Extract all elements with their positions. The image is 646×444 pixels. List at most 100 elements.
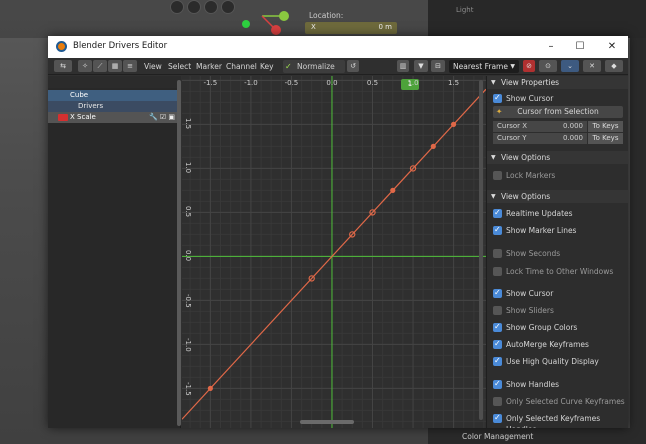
properties-panel bbox=[428, 428, 646, 444]
view-option-checkbox[interactable]: Lock Time to Other Windows bbox=[493, 266, 625, 277]
channel-search-bar[interactable] bbox=[48, 76, 181, 88]
view-option-checkbox[interactable]: Show Marker Lines bbox=[493, 225, 625, 236]
view-option-label: AutoMerge Keyframes bbox=[506, 340, 589, 349]
funnel-icon[interactable]: ▼ bbox=[414, 60, 428, 72]
cursor-x-field[interactable]: Cursor X 0.000 bbox=[493, 121, 587, 132]
refresh-icon[interactable]: ↺ bbox=[347, 60, 359, 72]
menu-select[interactable]: Select bbox=[168, 62, 191, 71]
pivot-icon[interactable]: ⊙ bbox=[539, 60, 557, 72]
menu-marker[interactable]: Marker bbox=[196, 62, 222, 71]
checkbox-icon bbox=[493, 413, 502, 423]
channel-fcurve-row[interactable]: X Scale 🔧 ☑ ▣ bbox=[48, 112, 181, 123]
location-panel: Location: X 0 m bbox=[305, 8, 415, 38]
view-options-panel-header[interactable]: ▼ View Options bbox=[487, 151, 628, 164]
view-option-label: Show Handles bbox=[506, 380, 559, 389]
outliner-panel: Light bbox=[428, 0, 646, 38]
normalize-label: Normalize bbox=[297, 62, 335, 71]
channel-group-row[interactable]: Drivers bbox=[48, 101, 181, 112]
view-properties-panel-header[interactable]: ▼ View Properties bbox=[487, 76, 628, 89]
x-tick-label: 0.5 bbox=[366, 79, 379, 87]
channel-object-row[interactable]: Cube bbox=[48, 90, 181, 101]
y-tick-label: 1.5 bbox=[184, 118, 192, 130]
view-option-checkbox[interactable]: Show Cursor bbox=[493, 288, 625, 299]
mode-icon[interactable]: ✧ bbox=[78, 60, 92, 72]
cursor-x-value: 0.000 bbox=[562, 122, 583, 130]
outliner-row-light[interactable]: Light bbox=[456, 6, 473, 14]
checkbox-icon bbox=[493, 93, 502, 103]
curve-sample-point bbox=[430, 143, 436, 150]
curve-sample-point bbox=[207, 385, 213, 391]
graph-vertical-scrollbar[interactable] bbox=[479, 80, 483, 420]
maximize-button[interactable]: ☐ bbox=[569, 39, 591, 55]
view-option-label: Show Sliders bbox=[506, 306, 554, 315]
snap-mode-select[interactable]: Nearest Frame ▼ bbox=[449, 60, 519, 73]
view-option-checkbox[interactable]: Show Handles bbox=[493, 379, 625, 390]
chevron-down-icon: ▼ bbox=[491, 154, 496, 161]
channel-scrollbar[interactable] bbox=[177, 80, 181, 426]
filter-icon[interactable]: ▥ bbox=[397, 60, 409, 72]
lock-markers-checkbox[interactable]: Lock Markers bbox=[493, 170, 625, 181]
close-button[interactable]: ✕ bbox=[601, 39, 623, 55]
chevron-down-icon: ▼ bbox=[491, 193, 496, 200]
graph-horizontal-scrollbar[interactable] bbox=[300, 420, 354, 424]
keyframe-type-icon[interactable]: ✕ bbox=[583, 60, 601, 72]
view-option-checkbox[interactable]: Realtime Updates bbox=[493, 208, 625, 219]
viewport-gizmo-button[interactable] bbox=[204, 0, 218, 14]
blender-logo-icon bbox=[56, 41, 67, 52]
driver-graph[interactable]: 1 -1.5 -1.0 -0.5 0.0 0.5 1.0 1.5 1.5 1.0 0.5 0.0 -0… bbox=[182, 76, 486, 428]
cursor-from-selection-button[interactable]: ✦ Cursor from Selection bbox=[493, 106, 623, 118]
normalize-toggle[interactable]: ✓ Normalize bbox=[283, 60, 345, 73]
view-options-label: View Options bbox=[501, 153, 551, 162]
view-option-checkbox[interactable]: Only Selected Keyframes Handles bbox=[493, 413, 625, 428]
y-tick-label: 1.0 bbox=[184, 162, 192, 174]
channel-tools-icon[interactable]: 🔧 ☑ ▣ bbox=[149, 112, 175, 123]
view-option-checkbox[interactable]: Use High Quality Display bbox=[493, 356, 625, 367]
view-option-label: Realtime Updates bbox=[506, 209, 573, 218]
overlay-icon[interactable]: ⌄ bbox=[561, 60, 579, 72]
menu-channel[interactable]: Channel bbox=[226, 62, 257, 71]
menu-view[interactable]: View bbox=[144, 62, 162, 71]
window-title: Blender Drivers Editor bbox=[73, 41, 168, 51]
color-management-panel-header[interactable]: Color Management bbox=[462, 432, 533, 441]
grid-icon[interactable]: ≡ bbox=[123, 60, 137, 72]
cursor-from-selection-label: Cursor from Selection bbox=[517, 107, 599, 116]
view-properties-label: View Properties bbox=[501, 78, 560, 87]
checkbox-icon bbox=[493, 397, 502, 406]
location-x-label: X bbox=[311, 23, 316, 31]
show-cursor-top-checkbox[interactable]: Show Cursor bbox=[493, 93, 625, 104]
view-icon[interactable]: ⟋ bbox=[93, 60, 107, 72]
axis-gizmo-icon[interactable] bbox=[232, 0, 292, 38]
menu-key[interactable]: Key bbox=[260, 62, 274, 71]
view-option-checkbox[interactable]: Show Sliders bbox=[493, 305, 625, 316]
checkbox-icon bbox=[493, 306, 502, 315]
cursor-y-to-keys-button[interactable]: To Keys bbox=[588, 133, 623, 144]
y-tick-label: -1.0 bbox=[184, 338, 192, 353]
proportional-icon[interactable]: ⊘ bbox=[523, 60, 535, 72]
view-option-label: Show Group Colors bbox=[506, 323, 578, 332]
interpolation-icon[interactable]: ◆ bbox=[605, 60, 623, 72]
normalize-check-icon: ✓ bbox=[285, 62, 292, 71]
x-tick-label: -1.5 bbox=[203, 79, 218, 87]
cursor-x-to-keys-button[interactable]: To Keys bbox=[588, 121, 623, 132]
viewport-gizmo-button[interactable] bbox=[170, 0, 184, 14]
driver-icon[interactable]: ▦ bbox=[108, 60, 122, 72]
checkbox-icon bbox=[493, 267, 502, 276]
view-option-checkbox[interactable]: Only Selected Curve Keyframes bbox=[493, 396, 625, 407]
y-tick-label: -1.5 bbox=[184, 382, 192, 397]
x-tick-label: -0.5 bbox=[284, 79, 299, 87]
checkbox-icon bbox=[493, 288, 502, 298]
location-x-field[interactable]: X 0 m bbox=[305, 22, 397, 34]
view-option-checkbox[interactable]: Show Seconds bbox=[493, 248, 625, 259]
view-option-checkbox[interactable]: AutoMerge Keyframes bbox=[493, 339, 625, 350]
snap-icon[interactable]: ⊟ bbox=[431, 60, 445, 72]
graph-canvas[interactable] bbox=[182, 76, 486, 428]
minimize-button[interactable]: – bbox=[540, 39, 562, 55]
x-tick-label: 1.5 bbox=[447, 79, 460, 87]
cursor-y-field[interactable]: Cursor Y 0.000 bbox=[493, 133, 587, 144]
view-options-panel-header-2[interactable]: ▼ View Options bbox=[487, 190, 628, 203]
viewport-gizmo-button[interactable] bbox=[187, 0, 201, 14]
editor-type-icon[interactable]: ⇆ bbox=[54, 60, 72, 72]
y-tick-label: 0.0 bbox=[184, 250, 192, 262]
window-titlebar[interactable]: Blender Drivers Editor – ☐ ✕ bbox=[48, 36, 628, 58]
view-option-checkbox[interactable]: Show Group Colors bbox=[493, 322, 625, 333]
